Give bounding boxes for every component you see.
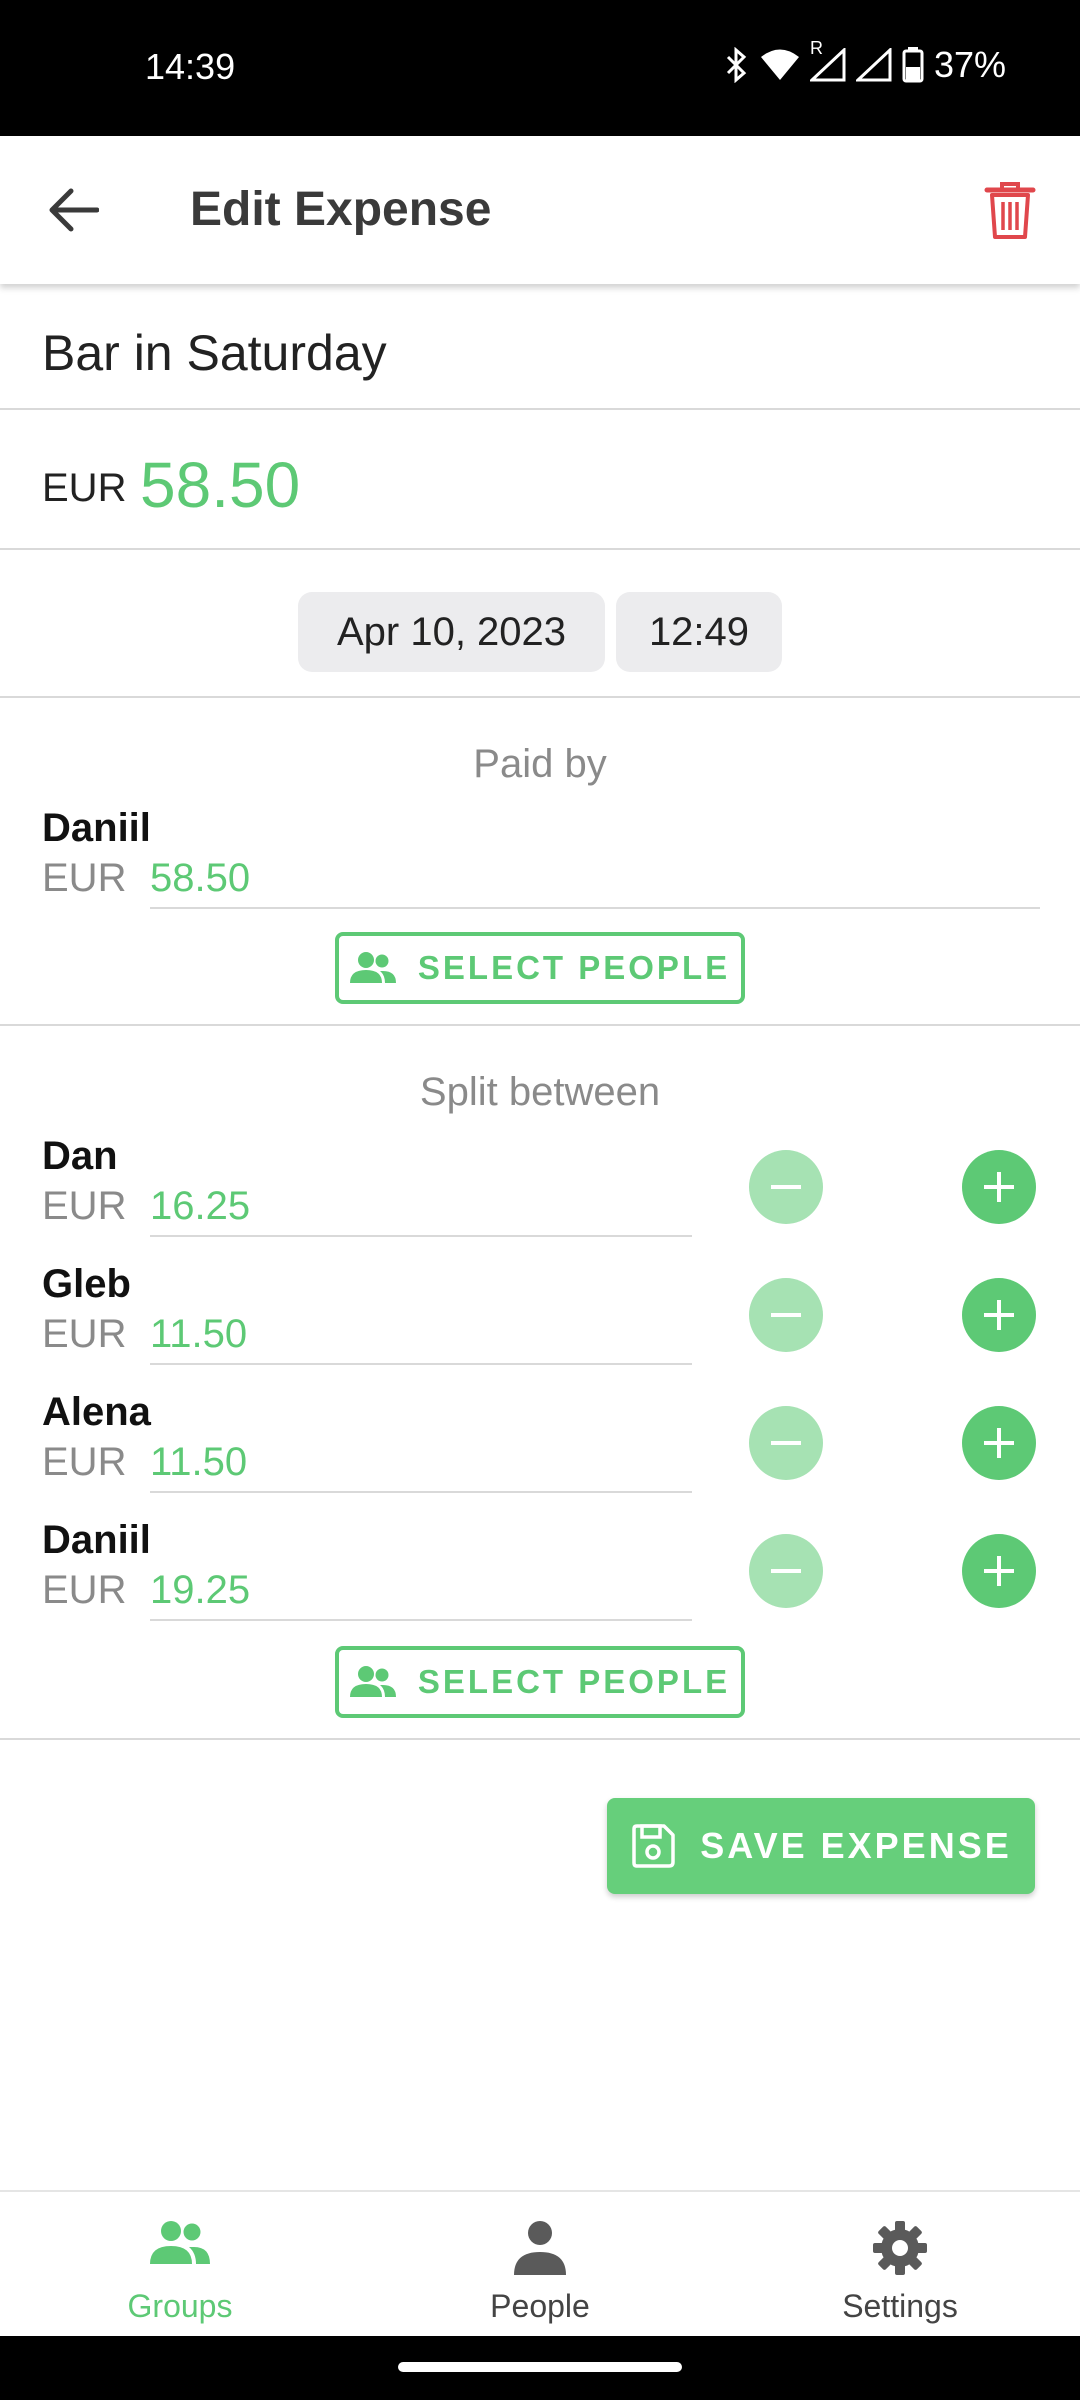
home-gesture-handle[interactable] — [398, 2362, 682, 2372]
status-bar: 14:39 R 37% — [0, 0, 1080, 136]
split-amount-input[interactable]: 19.25 — [150, 1568, 692, 1621]
bluetooth-icon — [726, 47, 747, 83]
plus-icon — [984, 1300, 1014, 1330]
trash-icon — [984, 182, 1036, 239]
plus-icon — [984, 1556, 1014, 1586]
payer-name: Daniil — [42, 806, 151, 850]
save-expense-label: SAVE EXPENSE — [700, 1825, 1012, 1866]
split-amount-input[interactable]: 11.50 — [150, 1440, 692, 1493]
save-expense-button[interactable]: SAVE EXPENSE — [607, 1798, 1035, 1894]
payer-amount-input[interactable]: 58.50 — [150, 856, 1040, 909]
plus-icon — [984, 1172, 1014, 1202]
cell-signal-roaming-icon: R — [809, 38, 846, 82]
expense-title-value: Bar in Saturday — [42, 325, 387, 381]
plus-icon — [984, 1428, 1014, 1458]
nav-label-groups: Groups — [127, 2288, 233, 2324]
select-payers-button[interactable]: SELECT PEOPLE — [335, 932, 745, 1004]
nav-item-groups[interactable]: Groups — [0, 2192, 360, 2338]
split-between-section: Split between Dan EUR 16.25 Gleb EUR 11.… — [0, 1026, 1080, 1740]
increase-share-button[interactable] — [962, 1534, 1036, 1608]
bottom-nav: Groups People Settings — [0, 2190, 1080, 2336]
nav-item-settings[interactable]: Settings — [720, 2192, 1080, 2338]
battery-icon — [902, 47, 924, 83]
select-payers-label: SELECT PEOPLE — [417, 949, 731, 986]
gear-icon — [873, 2221, 927, 2275]
split-person-name: Dan — [42, 1134, 118, 1178]
page-title: Edit Expense — [190, 183, 492, 236]
split-amount-input[interactable]: 16.25 — [150, 1184, 692, 1237]
split-person-currency: EUR — [42, 1312, 127, 1356]
split-person-currency: EUR — [42, 1568, 127, 1612]
minus-icon — [771, 1441, 801, 1445]
people-icon — [349, 952, 396, 983]
select-split-people-label: SELECT PEOPLE — [417, 1663, 731, 1700]
split-person-currency: EUR — [42, 1184, 127, 1228]
increase-share-button[interactable] — [962, 1150, 1036, 1224]
cell-signal-icon — [855, 48, 892, 82]
expense-title-field[interactable]: Bar in Saturday — [0, 284, 1080, 410]
increase-share-button[interactable] — [962, 1278, 1036, 1352]
expense-amount-field[interactable]: EUR 58.50 — [0, 410, 1080, 550]
minus-icon — [771, 1313, 801, 1317]
increase-share-button[interactable] — [962, 1406, 1036, 1480]
paid-by-section: Paid by Daniil EUR 58.50 SELECT PEOPLE — [0, 698, 1080, 1026]
time-chip[interactable]: 12:49 — [616, 592, 782, 672]
app-bar: Edit Expense — [0, 136, 1080, 284]
minus-icon — [771, 1569, 801, 1573]
amount-value: 58.50 — [140, 449, 301, 521]
split-person-name: Daniil — [42, 1518, 151, 1562]
decrease-share-button[interactable] — [749, 1534, 823, 1608]
date-chip[interactable]: Apr 10, 2023 — [298, 592, 605, 672]
split-person-currency: EUR — [42, 1440, 127, 1484]
nav-label-people: People — [490, 2288, 590, 2324]
wifi-icon — [760, 49, 799, 80]
arrow-left-icon — [49, 188, 99, 232]
payer-currency: EUR — [42, 856, 127, 900]
amount-currency: EUR — [42, 466, 127, 510]
delete-button[interactable] — [980, 180, 1040, 242]
decrease-share-button[interactable] — [749, 1150, 823, 1224]
minus-icon — [771, 1185, 801, 1189]
datetime-row: Apr 10, 2023 12:49 — [0, 550, 1080, 698]
decrease-share-button[interactable] — [749, 1406, 823, 1480]
people-icon — [349, 1666, 396, 1697]
split-amount-input[interactable]: 11.50 — [150, 1312, 692, 1365]
groups-icon — [150, 2221, 210, 2264]
status-time: 14:39 — [145, 46, 236, 87]
select-split-people-button[interactable]: SELECT PEOPLE — [335, 1646, 745, 1718]
paid-by-heading: Paid by — [473, 742, 607, 786]
status-icons: R 37% — [724, 38, 1006, 86]
person-icon — [514, 2221, 566, 2275]
nav-item-people[interactable]: People — [360, 2192, 720, 2338]
split-between-heading: Split between — [419, 1070, 661, 1114]
split-person-name: Alena — [42, 1390, 151, 1434]
split-person-name: Gleb — [42, 1262, 131, 1306]
back-button[interactable] — [40, 180, 106, 240]
floppy-disk-icon — [632, 1824, 676, 1868]
nav-label-settings: Settings — [842, 2288, 958, 2324]
decrease-share-button[interactable] — [749, 1278, 823, 1352]
system-gesture-bar — [0, 2336, 1080, 2400]
battery-percent: 37% — [933, 44, 1006, 85]
